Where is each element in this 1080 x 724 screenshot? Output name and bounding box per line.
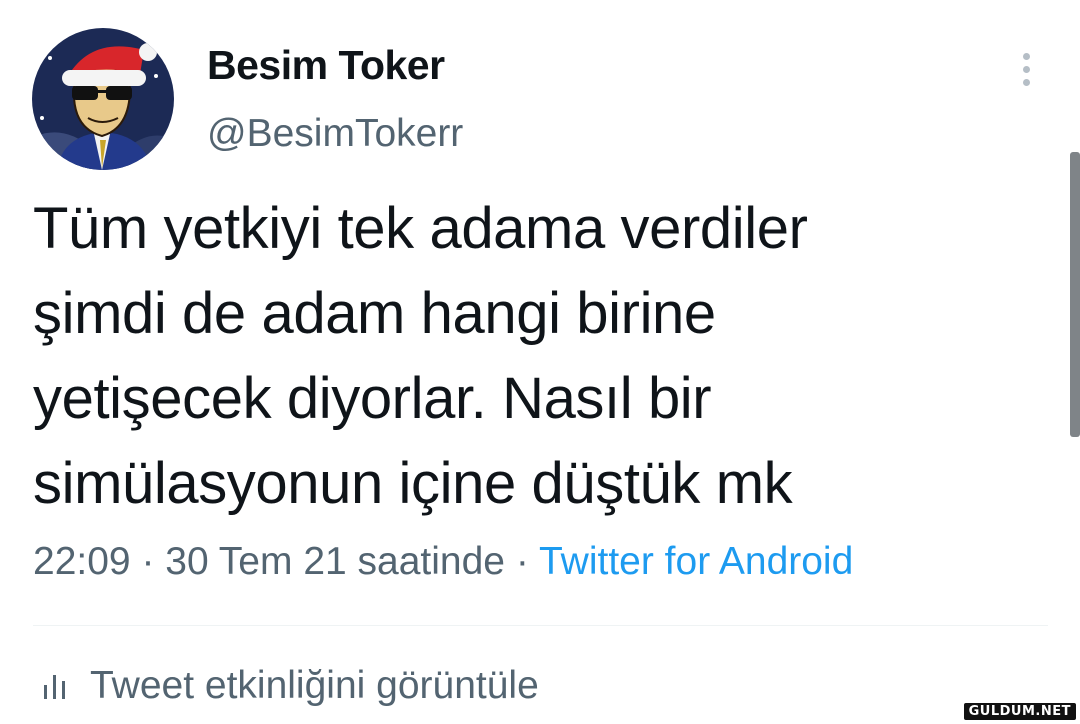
watermark: GULDUM.NET (963, 703, 1076, 720)
bar-chart-icon (44, 675, 65, 699)
divider (33, 625, 1048, 626)
author-handle[interactable]: @BesimTokerr (207, 112, 463, 156)
author-display-name[interactable]: Besim Toker (207, 42, 445, 89)
tweet-time[interactable]: 22:09 (33, 540, 131, 583)
more-vertical-icon (1023, 66, 1030, 73)
more-vertical-icon (1023, 79, 1030, 86)
tweet-text-line: şimdi de adam hangi birine (33, 281, 716, 346)
tweet-meta: 22:09 · 30 Tem 21 saatinde · Twitter for… (33, 540, 853, 584)
meta-separator: · (141, 540, 155, 583)
view-tweet-activity-button[interactable]: Tweet etkinliğini görüntüle (40, 660, 539, 712)
scrollbar[interactable] (1070, 152, 1080, 437)
tweet-text-line: yetişecek diyorlar. Nasıl bir (33, 366, 712, 431)
tweet-text-line: Tüm yetkiyi tek adama verdiler (33, 196, 808, 261)
tweet-text: Tüm yetkiyi tek adama verdiler şimdi de … (33, 186, 1033, 526)
tweet-source-link[interactable]: Twitter for Android (539, 540, 853, 583)
tweet-date[interactable]: 30 Tem 21 saatinde (165, 540, 505, 583)
avatar-santa-hat-cartoon-icon (32, 28, 174, 170)
tweet-text-line: simülasyonun içine düştük mk (33, 451, 793, 516)
view-tweet-activity-label: Tweet etkinliğini görüntüle (90, 664, 539, 707)
more-vertical-icon (1023, 53, 1030, 60)
more-options-button[interactable] (1012, 50, 1042, 90)
meta-separator: · (515, 540, 529, 583)
avatar[interactable] (32, 28, 174, 170)
